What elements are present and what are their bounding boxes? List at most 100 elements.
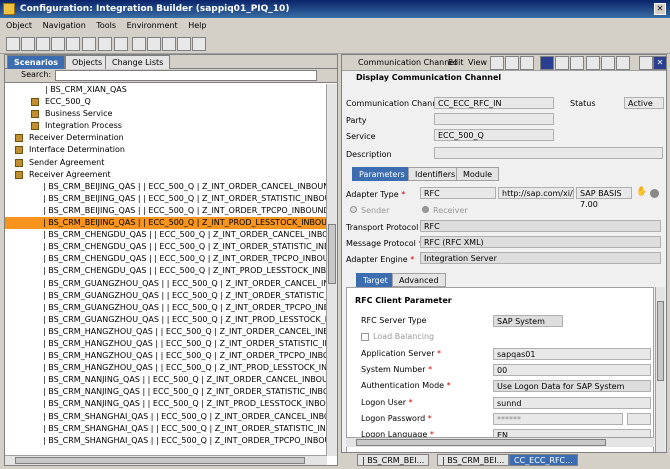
tree-row[interactable]: Receiver Determination [5,132,327,144]
settings-icon[interactable] [616,56,630,70]
window-icon[interactable] [177,37,191,51]
tree-row[interactable]: | BS_CRM_CHENGDU_QAS | | ECC_500_Q | Z_I… [5,253,327,265]
search-input[interactable] [55,70,317,81]
menu-view[interactable]: View [468,58,487,67]
tab-identifiers[interactable]: Identifiers [408,167,463,181]
tree-row[interactable]: | BS_CRM_NANJING_QAS | | ECC_500_Q | Z_I… [5,398,327,410]
menu-navigation[interactable]: Navigation [43,21,86,30]
display-icon[interactable] [162,37,176,51]
back-icon[interactable] [132,37,146,51]
pin-icon[interactable] [639,56,653,70]
receiver-radio[interactable]: Receiver [422,204,468,217]
close-panel-icon[interactable]: ✕ [653,56,667,70]
menu-environment[interactable]: Environment [127,21,178,30]
tab-target[interactable]: Target [356,273,395,287]
tree-row[interactable]: | BS_CRM_SHANGHAI_QAS | | ECC_500_Q | Z_… [5,423,327,435]
tab-advanced[interactable]: Advanced [392,273,446,287]
menu-communication-channel[interactable]: Communication Channel [358,58,456,67]
open-icon[interactable] [21,37,35,51]
activate-icon[interactable] [520,56,534,70]
tree-row[interactable]: | BS_CRM_CHENGDU_QAS | | ECC_500_Q | Z_I… [5,241,327,253]
editor-tab-1[interactable]: | BS_CRM_BEI... [357,454,430,466]
tree-row[interactable]: | BS_CRM_XIAN_QAS [5,84,327,96]
tree-row[interactable]: | BS_CRM_BEIJING_QAS | | ECC_500_Q | Z_I… [5,205,327,217]
compare-icon[interactable] [82,37,96,51]
check-icon[interactable] [570,56,584,70]
tree-row[interactable]: | BS_CRM_GUANGZHOU_QAS | | ECC_500_Q | Z… [5,278,327,290]
tab-module[interactable]: Module [456,167,500,181]
tree-row[interactable]: | BS_CRM_GUANGZHOU_QAS | | ECC_500_Q | Z… [5,314,327,326]
message-select[interactable]: RFC (RFC XML) [420,236,661,248]
tree-row[interactable]: | BS_CRM_HANGZHOU_QAS | | ECC_500_Q | Z_… [5,350,327,362]
menu-tools[interactable]: Tools [96,21,116,30]
menu-edit[interactable]: Edit [448,58,464,67]
tree-row[interactable]: Integration Process [5,120,327,132]
menu-help[interactable]: Help [188,21,206,30]
app-server-field[interactable]: sapqas01 [493,348,651,360]
tree-row[interactable]: Sender Agreement [5,157,327,169]
close-icon[interactable]: ✕ [654,3,666,15]
sender-radio[interactable]: Sender [350,204,389,217]
tree-row[interactable]: | BS_CRM_SHANGHAI_QAS | | ECC_500_Q | Z_… [5,435,327,447]
print-icon[interactable] [51,37,65,51]
tree-row[interactable]: | BS_CRM_GUANGZHOU_QAS | | ECC_500_Q | Z… [5,302,327,314]
edit-icon[interactable] [192,37,206,51]
tree-vertical-scrollbar[interactable] [326,84,337,456]
tab-change-lists[interactable]: Change Lists [105,55,171,69]
hscroll-thumb[interactable] [15,457,305,464]
sys-number-field[interactable]: 00 [493,364,651,376]
logon-pwd-field[interactable]: ****** [493,413,623,425]
print-icon-2[interactable] [601,56,615,70]
where-used-icon[interactable] [555,56,569,70]
hand-icon[interactable]: ✋ [636,187,647,197]
tree-row[interactable]: Business Service [5,108,327,120]
tree-row[interactable]: | BS_CRM_CHENGDU_QAS | | ECC_500_Q | Z_I… [5,229,327,241]
copy-icon[interactable] [66,37,80,51]
tree-row[interactable]: ECC_500_Q [5,96,327,108]
detail-horizontal-scrollbar[interactable] [346,437,654,447]
detail-vertical-scrollbar[interactable] [655,287,665,457]
tree-row[interactable]: | BS_CRM_SHANGHAI_QAS | | ECC_500_Q | Z_… [5,411,327,423]
tree-icon[interactable] [98,37,112,51]
tree-row-label: | BS_CRM_GUANGZHOU_QAS | | ECC_500_Q | Z… [43,302,327,312]
tree-row[interactable]: Receiver Agreement [5,169,327,181]
tree-row[interactable]: | BS_CRM_CHENGDU_QAS | | ECC_500_Q | Z_I… [5,265,327,277]
expand-icon[interactable] [114,37,128,51]
tree-row[interactable]: Interface Determination [5,144,327,156]
logon-user-field[interactable]: sunnd [493,397,651,409]
history-icon[interactable] [586,56,600,70]
transport-select[interactable]: RFC [420,220,661,232]
edit-mode-icon[interactable] [490,56,504,70]
save-icon[interactable] [36,37,50,51]
scroll-thumb[interactable] [328,224,336,284]
tab-parameters[interactable]: Parameters [352,167,412,181]
tab-scenarios[interactable]: Scenarios [7,55,65,69]
new-icon[interactable] [6,37,20,51]
load-balancing-checkbox[interactable]: Load Balancing [361,332,434,341]
editor-tab-2[interactable]: | BS_CRM_BEI... [437,454,510,466]
tab-objects[interactable]: Objects [65,55,110,69]
save-icon-2[interactable] [505,56,519,70]
forward-icon[interactable] [147,37,161,51]
tree-row[interactable]: | BS_CRM_BEIJING_QAS | | ECC_500_Q | Z_I… [5,181,327,193]
detail-scroll-thumb[interactable] [657,301,664,381]
tree-row[interactable]: | BS_CRM_GUANGZHOU_QAS | | ECC_500_Q | Z… [5,290,327,302]
tree-row-label: | BS_CRM_SHANGHAI_QAS | | ECC_500_Q | Z_… [43,435,327,445]
detail-hscroll-thumb[interactable] [356,439,606,446]
tree-row[interactable]: | BS_CRM_NANJING_QAS | | ECC_500_Q | Z_I… [5,374,327,386]
logon-pwd-confirm[interactable] [627,413,651,425]
tree-horizontal-scrollbar[interactable] [5,455,327,465]
tree-row[interactable]: | BS_CRM_HANGZHOU_QAS | | ECC_500_Q | Z_… [5,362,327,374]
info-icon[interactable] [540,56,554,70]
tree-row[interactable]: | BS_CRM_BEIJING_QAS | | ECC_500_Q | Z_I… [5,193,327,205]
select-icon[interactable] [650,189,659,198]
editor-tab-3[interactable]: CC_ECC_RFC... [509,454,578,466]
tree-row[interactable]: | BS_CRM_HANGZHOU_QAS | | ECC_500_Q | Z_… [5,326,327,338]
engine-select[interactable]: Integration Server [420,252,661,264]
auth-mode-select[interactable]: Use Logon Data for SAP System [493,380,651,392]
tree-row[interactable]: | BS_CRM_NANJING_QAS | | ECC_500_Q | Z_I… [5,386,327,398]
rfc-server-type-select[interactable]: SAP System [493,315,563,327]
tree-row[interactable]: | BS_CRM_HANGZHOU_QAS | | ECC_500_Q | Z_… [5,338,327,350]
menu-object[interactable]: Object [6,21,32,30]
tree-row[interactable]: | BS_CRM_BEIJING_QAS | | ECC_500_Q | Z_I… [5,217,327,230]
